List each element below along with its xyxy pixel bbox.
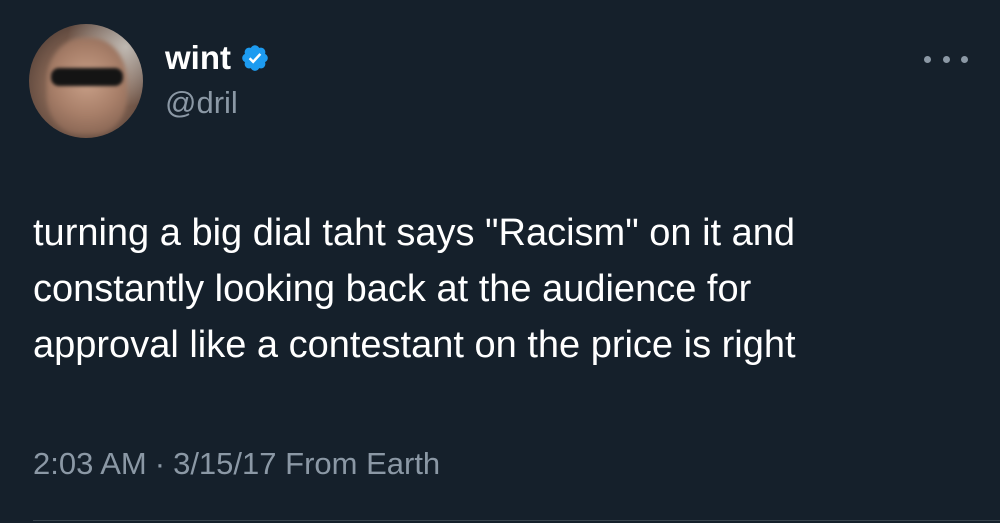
tweet-text-line: approval like a contestant on the price … [33,324,796,366]
more-options-icon[interactable] [924,46,968,72]
author-name-row: wint [165,38,270,78]
more-dot [961,55,968,63]
tweet: wint @dril turning a big dial taht says … [0,0,1000,523]
verified-badge-icon [242,45,268,71]
tweet-text-line: constantly looking back at the audience … [33,268,752,310]
tweet-source: From Earth [285,446,441,481]
meta-separator: · [154,446,166,481]
tweet-date[interactable]: 3/15/17 [173,446,276,481]
avatar-sunglasses [51,68,123,86]
more-dot [942,55,950,63]
tweet-text: turning a big dial taht says "Racism" on… [33,205,973,373]
avatar-face [47,38,127,134]
author-handle[interactable]: @dril [165,84,238,122]
more-dot [924,55,931,63]
tweet-text-line: turning a big dial taht says "Racism" on… [33,212,796,254]
tweet-metadata: 2:03 AM · 3/15/17 From Earth [33,444,440,484]
avatar[interactable] [29,24,143,138]
divider [33,520,1000,521]
tweet-time[interactable]: 2:03 AM [33,446,147,481]
author-display-name[interactable]: wint [165,38,231,78]
